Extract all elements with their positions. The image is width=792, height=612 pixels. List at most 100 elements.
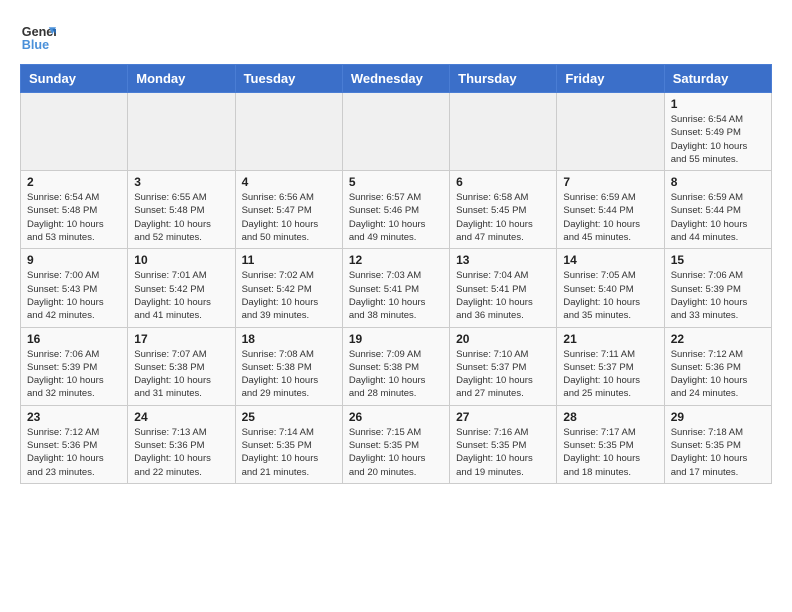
- calendar-cell: [21, 93, 128, 171]
- day-number: 23: [27, 410, 121, 424]
- calendar-cell: [128, 93, 235, 171]
- calendar-cell: 3 Sunrise: 6:55 AM Sunset: 5:48 PM Daylig…: [128, 171, 235, 249]
- day-number: 20: [456, 332, 550, 346]
- day-number: 8: [671, 175, 765, 189]
- day-number: 3: [134, 175, 228, 189]
- day-number: 18: [242, 332, 336, 346]
- day-info: Sunrise: 7:03 AM Sunset: 5:41 PM Dayligh…: [349, 269, 443, 322]
- calendar-cell: 18 Sunrise: 7:08 AM Sunset: 5:38 PM Dayli…: [235, 327, 342, 405]
- day-info: Sunrise: 7:05 AM Sunset: 5:40 PM Dayligh…: [563, 269, 657, 322]
- day-number: 12: [349, 253, 443, 267]
- day-info: Sunrise: 6:57 AM Sunset: 5:46 PM Dayligh…: [349, 191, 443, 244]
- day-info: Sunrise: 7:06 AM Sunset: 5:39 PM Dayligh…: [671, 269, 765, 322]
- day-number: 2: [27, 175, 121, 189]
- calendar-cell: 26 Sunrise: 7:15 AM Sunset: 5:35 PM Dayli…: [342, 405, 449, 483]
- calendar-cell: [557, 93, 664, 171]
- day-info: Sunrise: 6:59 AM Sunset: 5:44 PM Dayligh…: [563, 191, 657, 244]
- day-info: Sunrise: 7:15 AM Sunset: 5:35 PM Dayligh…: [349, 426, 443, 479]
- day-number: 5: [349, 175, 443, 189]
- day-info: Sunrise: 7:14 AM Sunset: 5:35 PM Dayligh…: [242, 426, 336, 479]
- day-info: Sunrise: 6:58 AM Sunset: 5:45 PM Dayligh…: [456, 191, 550, 244]
- calendar-cell: 7 Sunrise: 6:59 AM Sunset: 5:44 PM Daylig…: [557, 171, 664, 249]
- day-number: 26: [349, 410, 443, 424]
- calendar-cell: 28 Sunrise: 7:17 AM Sunset: 5:35 PM Dayli…: [557, 405, 664, 483]
- day-info: Sunrise: 6:54 AM Sunset: 5:49 PM Dayligh…: [671, 113, 765, 166]
- calendar-cell: 12 Sunrise: 7:03 AM Sunset: 5:41 PM Dayli…: [342, 249, 449, 327]
- calendar-cell: 2 Sunrise: 6:54 AM Sunset: 5:48 PM Daylig…: [21, 171, 128, 249]
- calendar-cell: 29 Sunrise: 7:18 AM Sunset: 5:35 PM Dayli…: [664, 405, 771, 483]
- calendar-cell: 25 Sunrise: 7:14 AM Sunset: 5:35 PM Dayli…: [235, 405, 342, 483]
- day-number: 29: [671, 410, 765, 424]
- day-info: Sunrise: 6:55 AM Sunset: 5:48 PM Dayligh…: [134, 191, 228, 244]
- day-number: 13: [456, 253, 550, 267]
- day-info: Sunrise: 7:07 AM Sunset: 5:38 PM Dayligh…: [134, 348, 228, 401]
- calendar-cell: 1 Sunrise: 6:54 AM Sunset: 5:49 PM Daylig…: [664, 93, 771, 171]
- day-number: 6: [456, 175, 550, 189]
- calendar-cell: 5 Sunrise: 6:57 AM Sunset: 5:46 PM Daylig…: [342, 171, 449, 249]
- calendar-row: 16Sunrise: 7:06 AM Sunset: 5:39 PM Dayli…: [21, 327, 772, 405]
- day-number: 9: [27, 253, 121, 267]
- logo-icon: General Blue: [20, 20, 56, 56]
- day-number: 22: [671, 332, 765, 346]
- weekday-sunday: Sunday: [21, 65, 128, 93]
- day-info: Sunrise: 7:17 AM Sunset: 5:35 PM Dayligh…: [563, 426, 657, 479]
- weekday-wednesday: Wednesday: [342, 65, 449, 93]
- day-number: 14: [563, 253, 657, 267]
- page-container: General Blue SundayMondayTuesdayWednesda…: [20, 20, 772, 484]
- weekday-header-row: SundayMondayTuesdayWednesdayThursdayFrid…: [21, 65, 772, 93]
- calendar-cell: 11 Sunrise: 7:02 AM Sunset: 5:42 PM Dayli…: [235, 249, 342, 327]
- calendar-cell: 9 Sunrise: 7:00 AM Sunset: 5:43 PM Daylig…: [21, 249, 128, 327]
- day-number: 7: [563, 175, 657, 189]
- day-info: Sunrise: 6:59 AM Sunset: 5:44 PM Dayligh…: [671, 191, 765, 244]
- calendar-cell: 20 Sunrise: 7:10 AM Sunset: 5:37 PM Dayli…: [450, 327, 557, 405]
- day-number: 4: [242, 175, 336, 189]
- day-number: 28: [563, 410, 657, 424]
- calendar-row: 23Sunrise: 7:12 AM Sunset: 5:36 PM Dayli…: [21, 405, 772, 483]
- svg-text:Blue: Blue: [22, 38, 49, 52]
- day-info: Sunrise: 7:13 AM Sunset: 5:36 PM Dayligh…: [134, 426, 228, 479]
- day-number: 17: [134, 332, 228, 346]
- calendar-cell: 27 Sunrise: 7:16 AM Sunset: 5:35 PM Dayli…: [450, 405, 557, 483]
- day-info: Sunrise: 7:09 AM Sunset: 5:38 PM Dayligh…: [349, 348, 443, 401]
- weekday-friday: Friday: [557, 65, 664, 93]
- calendar-cell: 23Sunrise: 7:12 AM Sunset: 5:36 PM Dayli…: [21, 405, 128, 483]
- day-info: Sunrise: 7:11 AM Sunset: 5:37 PM Dayligh…: [563, 348, 657, 401]
- calendar-cell: 10 Sunrise: 7:01 AM Sunset: 5:42 PM Dayli…: [128, 249, 235, 327]
- calendar-cell: 4 Sunrise: 6:56 AM Sunset: 5:47 PM Daylig…: [235, 171, 342, 249]
- day-number: 15: [671, 253, 765, 267]
- day-number: 25: [242, 410, 336, 424]
- day-number: 11: [242, 253, 336, 267]
- calendar-cell: [450, 93, 557, 171]
- calendar-cell: 8 Sunrise: 6:59 AM Sunset: 5:44 PM Daylig…: [664, 171, 771, 249]
- day-number: 21: [563, 332, 657, 346]
- calendar-cell: 24 Sunrise: 7:13 AM Sunset: 5:36 PM Dayli…: [128, 405, 235, 483]
- calendar-cell: 21 Sunrise: 7:11 AM Sunset: 5:37 PM Dayli…: [557, 327, 664, 405]
- calendar-row: 2 Sunrise: 6:54 AM Sunset: 5:48 PM Daylig…: [21, 171, 772, 249]
- day-number: 10: [134, 253, 228, 267]
- day-info: Sunrise: 7:04 AM Sunset: 5:41 PM Dayligh…: [456, 269, 550, 322]
- weekday-tuesday: Tuesday: [235, 65, 342, 93]
- day-info: Sunrise: 6:56 AM Sunset: 5:47 PM Dayligh…: [242, 191, 336, 244]
- day-info: Sunrise: 7:08 AM Sunset: 5:38 PM Dayligh…: [242, 348, 336, 401]
- calendar-cell: 6 Sunrise: 6:58 AM Sunset: 5:45 PM Daylig…: [450, 171, 557, 249]
- day-number: 24: [134, 410, 228, 424]
- day-info: Sunrise: 7:10 AM Sunset: 5:37 PM Dayligh…: [456, 348, 550, 401]
- day-info: Sunrise: 7:02 AM Sunset: 5:42 PM Dayligh…: [242, 269, 336, 322]
- day-number: 16: [27, 332, 121, 346]
- day-info: Sunrise: 7:16 AM Sunset: 5:35 PM Dayligh…: [456, 426, 550, 479]
- day-number: 1: [671, 97, 765, 111]
- day-info: Sunrise: 7:18 AM Sunset: 5:35 PM Dayligh…: [671, 426, 765, 479]
- calendar-cell: 22 Sunrise: 7:12 AM Sunset: 5:36 PM Dayli…: [664, 327, 771, 405]
- day-number: 27: [456, 410, 550, 424]
- calendar-cell: 19 Sunrise: 7:09 AM Sunset: 5:38 PM Dayli…: [342, 327, 449, 405]
- calendar-row: 1 Sunrise: 6:54 AM Sunset: 5:49 PM Daylig…: [21, 93, 772, 171]
- day-info: Sunrise: 7:12 AM Sunset: 5:36 PM Dayligh…: [671, 348, 765, 401]
- calendar-cell: [342, 93, 449, 171]
- day-number: 19: [349, 332, 443, 346]
- day-info: Sunrise: 7:00 AM Sunset: 5:43 PM Dayligh…: [27, 269, 121, 322]
- weekday-monday: Monday: [128, 65, 235, 93]
- day-info: Sunrise: 6:54 AM Sunset: 5:48 PM Dayligh…: [27, 191, 121, 244]
- day-info: Sunrise: 7:01 AM Sunset: 5:42 PM Dayligh…: [134, 269, 228, 322]
- weekday-thursday: Thursday: [450, 65, 557, 93]
- calendar-cell: 13 Sunrise: 7:04 AM Sunset: 5:41 PM Dayli…: [450, 249, 557, 327]
